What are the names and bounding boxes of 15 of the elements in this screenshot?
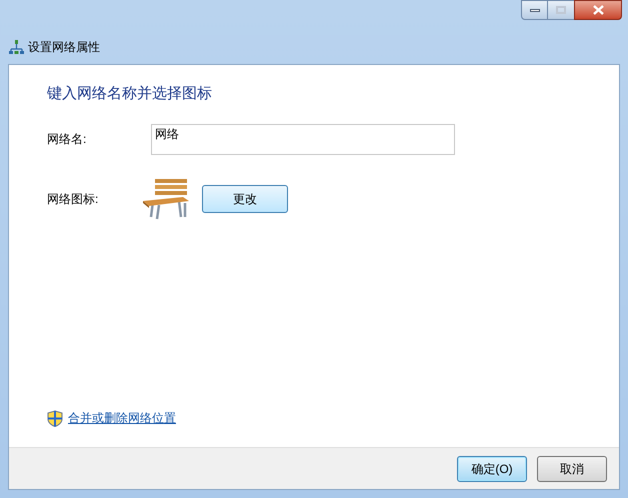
field-label: 网络名: (47, 131, 88, 148)
merge-locations-link[interactable]: 合并或删除网络位置 (68, 409, 176, 427)
close-button[interactable] (574, 0, 622, 20)
ok-button[interactable]: 确定(O) (457, 456, 527, 482)
network-name-field[interactable]: 网络 (151, 124, 455, 154)
close-icon (592, 5, 604, 15)
dialog-heading: 键入网络名称并选择图标 (47, 84, 213, 104)
window-title: 设置网络属性 (28, 39, 100, 56)
shield-icon (47, 410, 63, 426)
cancel-button[interactable]: 取消 (537, 456, 607, 482)
field-label: 网络图标: (47, 190, 100, 208)
minimize-button[interactable] (521, 0, 548, 20)
change-button[interactable]: 更改 (202, 184, 288, 212)
maximize-button[interactable] (548, 0, 574, 20)
network-icon (8, 39, 24, 55)
